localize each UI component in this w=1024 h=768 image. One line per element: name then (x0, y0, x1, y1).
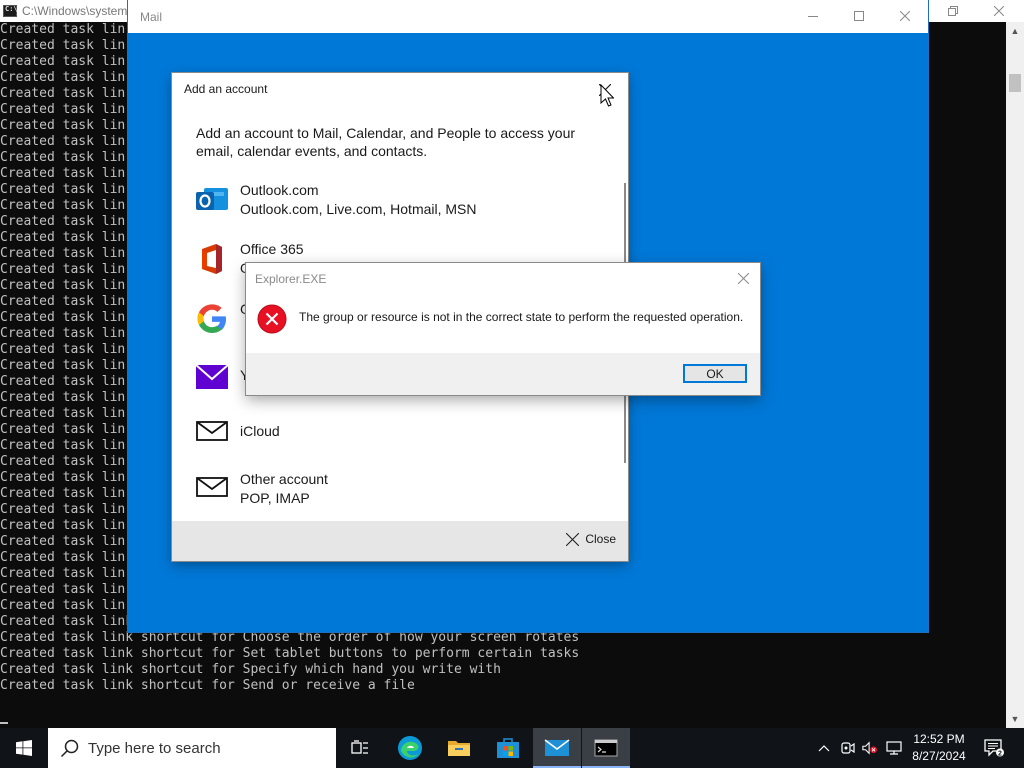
notification-icon: 2 (984, 739, 1004, 757)
close-icon (566, 532, 580, 546)
mouse-pointer-icon (600, 84, 614, 107)
console-line: Created task link shortcut for Choose th… (0, 630, 580, 645)
console-line: Created task link shortcut for Set table… (0, 646, 580, 661)
volume-muted-icon (862, 741, 877, 755)
dialog-title: Add an account (184, 82, 268, 96)
console-icon (594, 739, 618, 757)
edge-icon (398, 736, 422, 760)
svg-text:2: 2 (998, 750, 1002, 757)
action-center-button[interactable]: 2 (980, 728, 1008, 768)
provider-outlook[interactable]: Outlook.com Outlook.com, Live.com, Hotma… (194, 182, 614, 234)
task-view-icon (351, 740, 368, 754)
error-icon (257, 304, 287, 334)
mail-envelope-icon (196, 477, 228, 497)
store-icon (497, 738, 519, 758)
console-title: C:\Windows\system (22, 4, 128, 18)
scroll-thumb[interactable] (1009, 74, 1021, 92)
restore-icon (948, 6, 958, 16)
provider-name: Other account (240, 471, 328, 487)
google-icon (197, 304, 226, 333)
windows-logo-icon (16, 740, 32, 756)
search-placeholder: Type here to search (88, 740, 221, 757)
provider-icloud[interactable]: iCloud (194, 419, 614, 471)
network-button[interactable] (886, 740, 902, 756)
chevron-up-icon (818, 745, 830, 752)
mail-minimize-button[interactable] (790, 5, 836, 27)
close-icon (900, 11, 910, 21)
mail-close-button[interactable] (882, 5, 928, 27)
console-app-icon (3, 5, 18, 17)
provider-sub: POP, IMAP (240, 490, 310, 506)
tray-overflow-button[interactable] (816, 740, 832, 756)
console-cursor (0, 722, 8, 724)
close-button[interactable]: Close (566, 532, 616, 546)
close-icon (737, 272, 749, 284)
error-close-button[interactable] (732, 267, 754, 289)
console-close-button[interactable] (976, 0, 1022, 22)
file-explorer-icon (448, 741, 470, 756)
mail-title: Mail (140, 10, 163, 24)
scroll-up-icon[interactable]: ▲ (1006, 22, 1024, 40)
dialog-description: Add an account to Mail, Calendar, and Pe… (196, 125, 576, 159)
mail-envelope-icon (196, 421, 228, 441)
task-view-button[interactable] (336, 728, 384, 768)
ok-button[interactable]: OK (683, 364, 747, 383)
mail-titlebar[interactable]: Mail (128, 0, 928, 33)
console-restore-button[interactable] (930, 0, 976, 22)
taskbar: Type here to search 12:52 PM 8/27/2024 2 (0, 728, 1024, 768)
console-line: Created task link shortcut for Specify w… (0, 662, 501, 677)
error-body: The group or resource is not in the corr… (246, 293, 760, 353)
clock[interactable]: 12:52 PM 8/27/2024 (904, 731, 974, 765)
meet-now-icon (841, 742, 855, 754)
search-icon (60, 739, 79, 758)
dialog-footer: Close (172, 521, 628, 561)
store-button[interactable] (484, 728, 532, 768)
provider-other[interactable]: Other account POP, IMAP (194, 471, 614, 523)
mail-taskbar-button[interactable] (533, 728, 581, 768)
provider-name: iCloud (240, 423, 280, 439)
file-explorer-button[interactable] (435, 728, 483, 768)
volume-button[interactable] (862, 740, 878, 756)
error-dialog[interactable]: Explorer.EXE The group or resource is no… (246, 263, 760, 395)
console-scrollbar[interactable]: ▲ ▼ (1006, 22, 1024, 728)
minimize-icon (808, 16, 818, 17)
close-label: Close (585, 532, 616, 546)
scroll-down-icon[interactable]: ▼ (1006, 710, 1024, 728)
provider-sub: Outlook.com, Live.com, Hotmail, MSN (240, 201, 477, 217)
edge-button[interactable] (386, 728, 434, 768)
yahoo-icon (195, 364, 229, 389)
clock-time: 12:52 PM (913, 732, 965, 746)
mail-maximize-button[interactable] (836, 5, 882, 27)
provider-name: Outlook.com (240, 182, 319, 198)
error-message: The group or resource is not in the corr… (299, 310, 744, 324)
network-icon (886, 741, 902, 755)
provider-name: Office 365 (240, 241, 304, 257)
maximize-icon (854, 11, 864, 21)
office-icon (202, 244, 222, 274)
console-taskbar-button[interactable] (582, 728, 630, 768)
console-line: Created task link shortcut for Send or r… (0, 678, 415, 693)
error-titlebar[interactable]: Explorer.EXE (246, 263, 760, 293)
outlook-icon (196, 188, 228, 210)
search-box[interactable]: Type here to search (48, 728, 336, 768)
error-title: Explorer.EXE (255, 272, 327, 286)
mail-icon (544, 739, 570, 756)
close-icon (994, 6, 1004, 16)
start-button[interactable] (0, 728, 48, 768)
meet-now-button[interactable] (840, 740, 856, 756)
clock-date: 8/27/2024 (912, 749, 966, 763)
